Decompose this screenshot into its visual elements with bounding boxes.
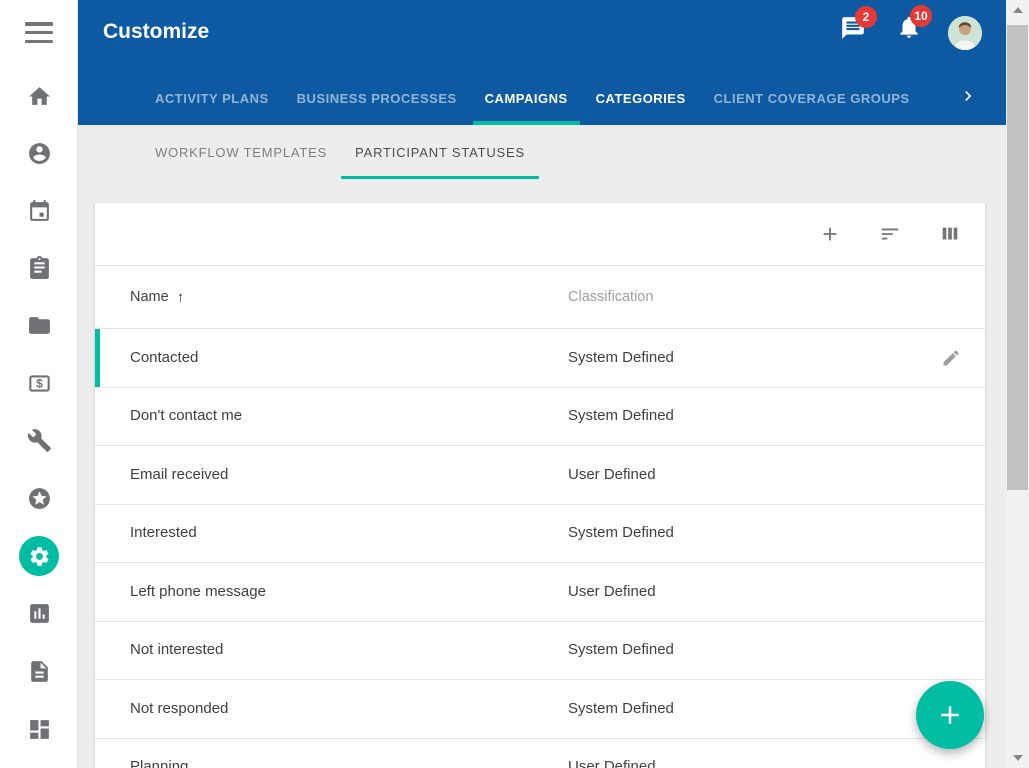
- pencil-icon: [941, 348, 961, 368]
- tasks-icon: [27, 255, 52, 280]
- sidebar-item-tasks[interactable]: [0, 245, 78, 289]
- sidebar-item-billing[interactable]: $: [0, 361, 78, 405]
- sort-icon: [879, 223, 901, 245]
- row-name: Left phone message: [130, 583, 266, 600]
- participant-statuses-card: Name ↑ Classification Contacted System D…: [95, 203, 985, 768]
- scroll-down-button[interactable]: [1006, 748, 1029, 768]
- app-bar: Customize 2 10 ACTIVITY PLANS BUSINESS P…: [78, 0, 1006, 125]
- row-name: Don't contact me: [130, 407, 242, 424]
- calendar-icon: [27, 198, 52, 223]
- row-classification: System Defined: [568, 349, 674, 366]
- sidebar-item-documents[interactable]: [0, 303, 78, 347]
- sidebar-item-notes[interactable]: [0, 649, 78, 693]
- plus-icon: [935, 700, 965, 730]
- notes-icon: [27, 659, 52, 684]
- scrollbar-thumb[interactable]: [1007, 25, 1028, 490]
- add-button[interactable]: [819, 223, 841, 245]
- sidebar-item-calendar[interactable]: [0, 188, 78, 232]
- tab-business-processes[interactable]: BUSINESS PROCESSES: [285, 71, 469, 125]
- messages-badge: 2: [855, 6, 877, 28]
- top-tab-bar: ACTIVITY PLANS BUSINESS PROCESSES CAMPAI…: [143, 71, 922, 125]
- tab-categories[interactable]: CATEGORIES: [584, 71, 698, 125]
- triangle-up-icon: [1013, 7, 1023, 13]
- add-status-fab[interactable]: [916, 681, 984, 749]
- settings-icon: [28, 545, 51, 568]
- row-classification: System Defined: [568, 641, 674, 658]
- scroll-up-button[interactable]: [1006, 0, 1029, 20]
- avatar-image: [948, 16, 982, 50]
- columns-button[interactable]: [939, 223, 961, 245]
- table-row[interactable]: Contacted System Defined: [95, 329, 985, 388]
- chevron-right-icon: [958, 86, 978, 106]
- svg-text:$: $: [36, 376, 43, 390]
- columns-icon: [939, 223, 961, 245]
- sub-tab-bar: WORKFLOW TEMPLATES PARTICIPANT STATUSES: [78, 125, 1006, 179]
- sidebar-item-dashboard[interactable]: [0, 707, 78, 751]
- table-row[interactable]: Planning User Defined: [95, 739, 985, 768]
- edit-row-button[interactable]: [941, 348, 961, 368]
- table-row[interactable]: Left phone message User Defined: [95, 563, 985, 622]
- user-avatar[interactable]: [948, 16, 982, 50]
- sidebar-item-favorites[interactable]: [0, 476, 78, 520]
- subtab-workflow-templates[interactable]: WORKFLOW TEMPLATES: [141, 125, 341, 179]
- tab-client-coverage-groups[interactable]: CLIENT COVERAGE GROUPS: [702, 71, 922, 125]
- notifications-badge: 10: [910, 5, 932, 27]
- row-classification: User Defined: [568, 758, 656, 768]
- sidebar: $: [0, 0, 78, 768]
- page-title: Customize: [103, 20, 209, 44]
- row-classification: User Defined: [568, 583, 656, 600]
- column-header-classification[interactable]: Classification: [568, 289, 653, 305]
- table-row[interactable]: Interested System Defined: [95, 505, 985, 564]
- row-name: Interested: [130, 524, 197, 541]
- table-header-row: Name ↑ Classification: [95, 266, 985, 329]
- favorites-icon: [27, 486, 52, 511]
- subtab-participant-statuses[interactable]: PARTICIPANT STATUSES: [341, 125, 539, 179]
- folder-icon: [27, 313, 52, 338]
- table-toolbar: [95, 203, 985, 266]
- billing-icon: $: [27, 371, 52, 396]
- table-row[interactable]: Email received User Defined: [95, 446, 985, 505]
- sidebar-item-home[interactable]: [0, 74, 78, 118]
- row-classification: System Defined: [568, 700, 674, 717]
- row-classification: System Defined: [568, 524, 674, 541]
- row-name: Email received: [130, 466, 228, 483]
- reports-icon: [27, 601, 52, 626]
- row-name: Not responded: [130, 700, 228, 717]
- table-row[interactable]: Not interested System Defined: [95, 622, 985, 681]
- table-row[interactable]: Not responded System Defined: [95, 680, 985, 739]
- settings-active-indicator: [19, 536, 59, 576]
- row-classification: User Defined: [568, 466, 656, 483]
- sidebar-item-contacts[interactable]: [0, 131, 78, 175]
- triangle-down-icon: [1013, 755, 1023, 761]
- table-row[interactable]: Don't contact me System Defined: [95, 388, 985, 447]
- tab-activity-plans[interactable]: ACTIVITY PLANS: [143, 71, 281, 125]
- contacts-icon: [27, 141, 52, 166]
- row-name: Planning: [130, 758, 188, 768]
- menu-icon[interactable]: [25, 22, 53, 43]
- tabs-overflow-button[interactable]: [958, 86, 978, 106]
- row-name: Contacted: [130, 349, 198, 366]
- column-header-name[interactable]: Name ↑: [130, 289, 568, 306]
- tab-campaigns[interactable]: CAMPAIGNS: [473, 71, 580, 125]
- sort-ascending-icon: ↑: [177, 289, 185, 306]
- sidebar-item-settings[interactable]: [0, 534, 78, 578]
- sort-button[interactable]: [879, 223, 901, 245]
- row-classification: System Defined: [568, 407, 674, 424]
- row-name: Not interested: [130, 641, 223, 658]
- home-icon: [27, 84, 52, 109]
- dashboard-icon: [27, 717, 52, 742]
- sidebar-item-tools[interactable]: [0, 418, 78, 462]
- app-window: $ Customize 2 10: [0, 0, 1029, 768]
- plus-icon: [819, 223, 841, 245]
- vertical-scrollbar[interactable]: [1006, 0, 1029, 768]
- tools-icon: [27, 428, 52, 453]
- sidebar-item-reports[interactable]: [0, 591, 78, 635]
